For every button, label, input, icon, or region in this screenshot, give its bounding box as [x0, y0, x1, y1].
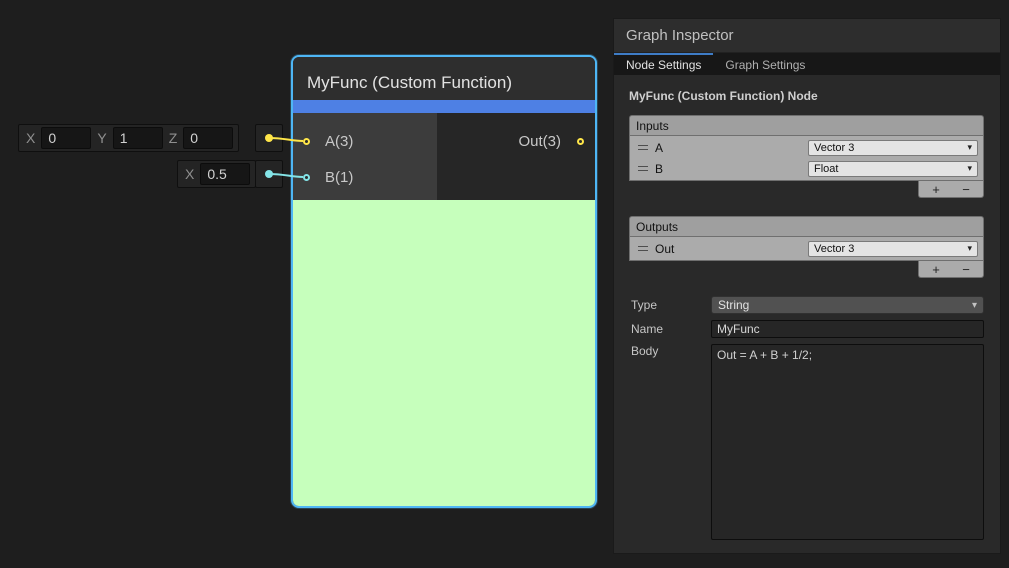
axis-label-z: Z: [167, 130, 180, 146]
axis-label-x: X: [24, 130, 37, 146]
input-row-a[interactable]: A Vector 3 ▾: [632, 137, 981, 158]
body-row: Body Out = A + B + 1/2;: [631, 344, 984, 540]
name-field[interactable]: [711, 320, 984, 338]
node-input-ports: A(3) B(1): [293, 113, 437, 200]
node-accent-bar: [293, 100, 595, 113]
custom-function-node[interactable]: MyFunc (Custom Function) A(3) B(1) Out(3…: [291, 55, 597, 508]
input-port-b-label: B(1): [325, 169, 353, 186]
vector3-property-widget[interactable]: X Y Z: [18, 124, 239, 152]
axis-label-x: X: [183, 166, 196, 182]
output-out-type-value: Vector 3: [814, 243, 854, 255]
type-row: Type String ▾: [631, 296, 984, 314]
inputs-section-header: Inputs: [629, 115, 984, 135]
vector3-z-field[interactable]: [183, 127, 233, 149]
input-a-type-value: Vector 3: [814, 142, 854, 154]
chevron-down-icon: ▾: [967, 243, 972, 254]
node-ports: A(3) B(1) Out(3): [293, 113, 595, 200]
input-row-b[interactable]: B Float ▾: [632, 158, 981, 179]
input-row-b-name: B: [655, 162, 808, 176]
name-row: Name: [631, 320, 984, 338]
outputs-footer-buttons: + −: [918, 261, 984, 278]
input-row-a-name: A: [655, 141, 808, 155]
float-output-connector[interactable]: [255, 160, 283, 188]
vector3-y-field[interactable]: [113, 127, 163, 149]
port-row-b: B(1): [293, 159, 437, 195]
node-preview: [293, 200, 595, 506]
node-output-ports: Out(3): [437, 113, 595, 200]
tab-node-settings-label: Node Settings: [626, 58, 701, 72]
drag-handle-icon[interactable]: [638, 246, 648, 251]
axis-label-y: Y: [95, 130, 108, 146]
outputs-section: Outputs Out Vector 3 ▾ + −: [629, 216, 984, 278]
inspector-tab-bar: Node Settings Graph Settings: [614, 53, 1000, 75]
node-settings-heading: MyFunc (Custom Function) Node: [629, 89, 984, 103]
remove-input-button[interactable]: −: [953, 182, 979, 197]
type-label: Type: [631, 298, 711, 312]
input-b-type-value: Float: [814, 163, 838, 175]
inputs-section-footer: + −: [629, 181, 984, 198]
inputs-footer-buttons: + −: [918, 181, 984, 198]
float-connector-dot-icon[interactable]: [265, 170, 273, 178]
node-title: MyFunc (Custom Function): [307, 73, 512, 93]
chevron-down-icon: ▾: [972, 300, 977, 311]
vector3-x-field[interactable]: [41, 127, 91, 149]
input-a-type-dropdown[interactable]: Vector 3 ▾: [808, 140, 978, 156]
port-row-out: Out(3): [437, 123, 595, 159]
drag-handle-icon[interactable]: [638, 145, 648, 150]
body-label: Body: [631, 344, 711, 358]
output-row-out[interactable]: Out Vector 3 ▾: [632, 238, 981, 259]
type-dropdown-value: String: [718, 298, 749, 312]
input-port-a-label: A(3): [325, 133, 353, 150]
outputs-section-body: Out Vector 3 ▾: [629, 236, 984, 261]
outputs-section-footer: + −: [629, 261, 984, 278]
input-b-type-dropdown[interactable]: Float ▾: [808, 161, 978, 177]
type-dropdown[interactable]: String ▾: [711, 296, 984, 314]
inspector-title-bar[interactable]: Graph Inspector: [614, 19, 1000, 53]
chevron-down-icon: ▾: [967, 163, 972, 174]
add-input-button[interactable]: +: [923, 182, 949, 197]
input-port-a-icon[interactable]: [303, 138, 310, 145]
output-row-out-name: Out: [655, 242, 808, 256]
output-port-out-label: Out(3): [518, 133, 561, 150]
body-field[interactable]: Out = A + B + 1/2;: [711, 344, 984, 540]
output-port-out-icon[interactable]: [577, 138, 584, 145]
add-output-button[interactable]: +: [923, 262, 949, 277]
node-header[interactable]: MyFunc (Custom Function): [293, 57, 595, 100]
vector3-connector-dot-icon[interactable]: [265, 134, 273, 142]
outputs-section-header: Outputs: [629, 216, 984, 236]
vector3-output-connector[interactable]: [255, 124, 283, 152]
inspector-title: Graph Inspector: [626, 27, 734, 44]
graph-inspector-panel: Graph Inspector Node Settings Graph Sett…: [613, 18, 1001, 554]
name-label: Name: [631, 322, 711, 336]
tab-graph-settings[interactable]: Graph Settings: [713, 53, 817, 75]
tab-node-settings[interactable]: Node Settings: [614, 53, 713, 75]
remove-output-button[interactable]: −: [953, 262, 979, 277]
port-row-a: A(3): [293, 123, 437, 159]
float-property-widget[interactable]: X: [177, 160, 256, 188]
tab-graph-settings-label: Graph Settings: [725, 58, 805, 72]
drag-handle-icon[interactable]: [638, 166, 648, 171]
float-x-field[interactable]: [200, 163, 250, 185]
output-out-type-dropdown[interactable]: Vector 3 ▾: [808, 241, 978, 257]
inputs-section: Inputs A Vector 3 ▾ B Float ▾ +: [629, 115, 984, 198]
chevron-down-icon: ▾: [967, 142, 972, 153]
input-port-b-icon[interactable]: [303, 174, 310, 181]
inputs-section-body: A Vector 3 ▾ B Float ▾: [629, 135, 984, 181]
